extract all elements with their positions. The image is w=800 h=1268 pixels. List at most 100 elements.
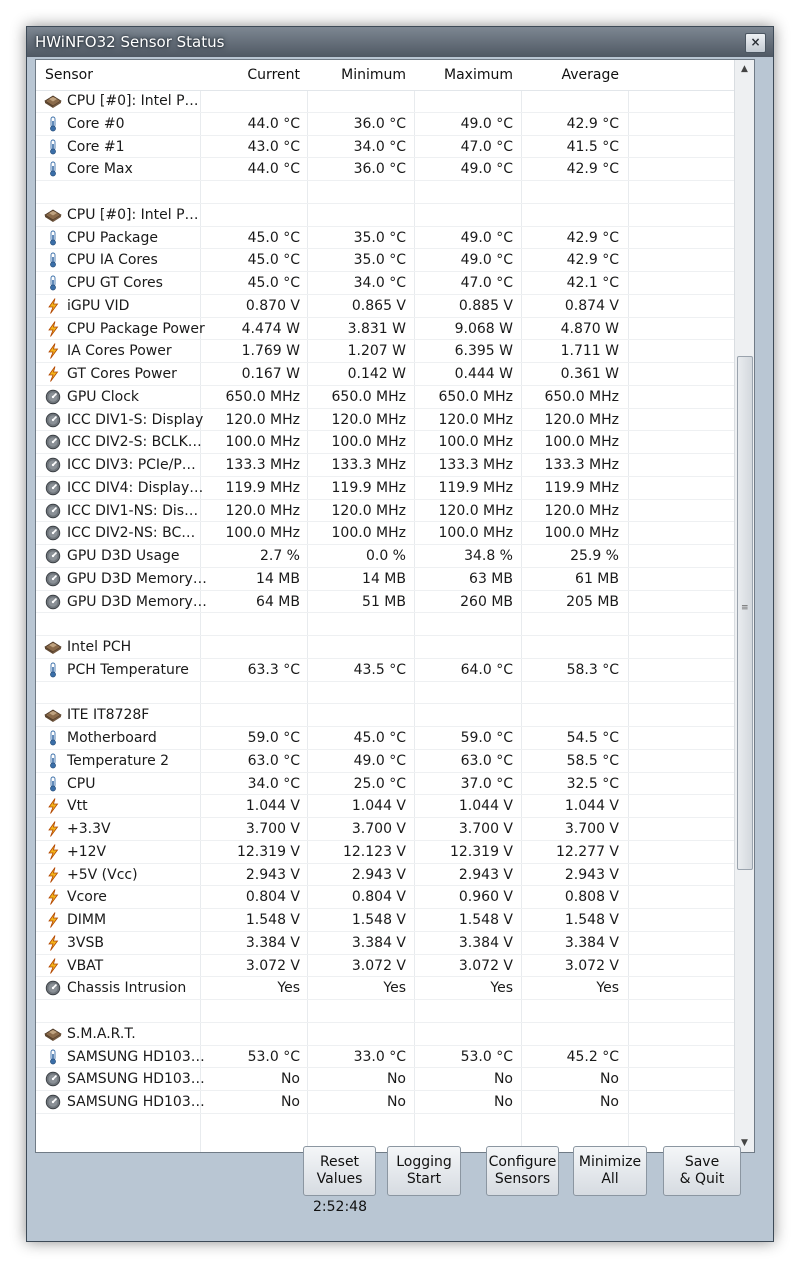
gauge-icon bbox=[44, 980, 62, 996]
sensor-row[interactable]: SAMSUNG HD103… No No No No bbox=[36, 1068, 734, 1091]
minimum-value: 34.0 °C bbox=[353, 138, 406, 155]
column-header-minimum[interactable]: Minimum bbox=[307, 60, 406, 90]
column-header-current[interactable]: Current bbox=[201, 60, 300, 90]
average-value: 42.1 °C bbox=[566, 275, 619, 291]
sensor-group-row[interactable]: CPU [#0]: Intel P… bbox=[36, 204, 734, 227]
minimum-value: 3.700 V bbox=[351, 821, 406, 837]
maximum-value: 120.0 MHz bbox=[438, 411, 513, 428]
sensor-row[interactable]: Chassis Intrusion Yes Yes Yes Yes bbox=[36, 977, 734, 1000]
minimum-value: 36.0 °C bbox=[353, 161, 406, 178]
average-value: No bbox=[599, 1094, 619, 1110]
sensor-row[interactable]: ICC DIV2-S: BCLK… 100.0 MHz 100.0 MHz 100.0… bbox=[36, 431, 734, 454]
current-value: 2.7 % bbox=[259, 548, 300, 564]
sensor-row[interactable]: iGPU VID 0.870 V 0.865 V 0.885 V 0.874 V bbox=[36, 295, 734, 318]
average-value: 0.808 V bbox=[564, 889, 619, 906]
sensor-row[interactable]: ICC DIV2-NS: BC… 100.0 MHz 100.0 MHz 100.0 … bbox=[36, 522, 734, 545]
current-value: No bbox=[280, 1071, 300, 1088]
average-value: 42.9 °C bbox=[566, 161, 619, 178]
column-header-average[interactable]: Average bbox=[521, 60, 620, 90]
sensor-row[interactable]: Vcore 0.804 V 0.804 V 0.960 V 0.808 V bbox=[36, 886, 734, 909]
maximum-value: 59.0 °C bbox=[460, 730, 513, 746]
sensor-row[interactable]: Core #1 43.0 °C 34.0 °C 47.0 °C 41.5 °C bbox=[36, 136, 734, 159]
sensor-row[interactable]: GPU D3D Memory… 64 MB 51 MB 260 MB 205 MB bbox=[36, 591, 734, 614]
sensor-row[interactable]: ICC DIV3: PCIe/P… 133.3 MHz 133.3 MHz 133.3… bbox=[36, 454, 734, 477]
scrollbar-thumb[interactable]: ≡ bbox=[737, 356, 753, 870]
column-header-maximum[interactable]: Maximum bbox=[414, 60, 513, 90]
sensor-name: S.M.A.R.T. bbox=[67, 1025, 136, 1042]
button-label: Start bbox=[406, 1171, 442, 1187]
sensor-name: 3VSB bbox=[67, 934, 104, 951]
sensor-row[interactable]: SAMSUNG HD103… No No No No bbox=[36, 1091, 734, 1114]
sensor-name-cell: SAMSUNG HD103… bbox=[44, 1046, 205, 1068]
current-value: 1.044 V bbox=[245, 798, 300, 815]
sensor-row[interactable]: ICC DIV1-NS: Dis… 120.0 MHz 120.0 MHz 120.0… bbox=[36, 500, 734, 523]
maximum-value: 49.0 °C bbox=[460, 229, 513, 246]
sensor-row[interactable]: ICC DIV1-S: Display 120.0 MHz 120.0 MHz 120… bbox=[36, 409, 734, 432]
sensor-row[interactable]: CPU GT Cores 45.0 °C 34.0 °C 47.0 °C 42.1 °C bbox=[36, 272, 734, 295]
reset-values-button[interactable]: Reset Values bbox=[303, 1146, 376, 1196]
maximum-value: 119.9 MHz bbox=[438, 479, 513, 496]
sensor-row[interactable]: GPU D3D Memory… 14 MB 14 MB 63 MB 61 MB bbox=[36, 568, 734, 591]
sensor-name: ITE IT8728F bbox=[67, 707, 150, 724]
sensor-row[interactable]: Motherboard 59.0 °C 45.0 °C 59.0 °C 54.5 °C bbox=[36, 727, 734, 750]
gauge-icon bbox=[44, 525, 62, 541]
sensor-row[interactable]: VBAT 3.072 V 3.072 V 3.072 V 3.072 V bbox=[36, 955, 734, 978]
gauge-icon bbox=[44, 480, 62, 496]
gauge-icon bbox=[44, 457, 62, 473]
logging-start-button[interactable]: Logging Start bbox=[387, 1146, 461, 1196]
save-quit-button[interactable]: Save & Quit bbox=[663, 1146, 741, 1196]
sensor-row[interactable]: Vtt 1.044 V 1.044 V 1.044 V 1.044 V bbox=[36, 795, 734, 818]
sensor-group-row[interactable]: CPU [#0]: Intel P… bbox=[36, 90, 734, 113]
sensor-row[interactable]: PCH Temperature 63.3 °C 43.5 °C 64.0 °C 58.3… bbox=[36, 659, 734, 682]
configure-sensors-button[interactable]: Configure Sensors bbox=[486, 1146, 559, 1196]
maximum-value: 47.0 °C bbox=[460, 275, 513, 291]
minimize-all-button[interactable]: Minimize All bbox=[573, 1146, 647, 1196]
maximum-value: 260 MB bbox=[460, 593, 513, 610]
sensor-row[interactable]: Core #0 44.0 °C 36.0 °C 49.0 °C 42.9 °C bbox=[36, 113, 734, 136]
average-value: 2.943 V bbox=[564, 866, 619, 883]
sensor-row[interactable]: Core Max 44.0 °C 36.0 °C 49.0 °C 42.9 °C bbox=[36, 158, 734, 181]
sensor-name: PCH Temperature bbox=[67, 661, 189, 678]
sensor-row[interactable]: CPU IA Cores 45.0 °C 35.0 °C 49.0 °C 42.9 °C bbox=[36, 249, 734, 272]
sensor-row[interactable]: +12V 12.319 V 12.123 V 12.319 V 12.277 V bbox=[36, 841, 734, 864]
sensor-table: Sensor Current Minimum Maximum Average C… bbox=[36, 60, 734, 1152]
sensor-name: Intel PCH bbox=[67, 639, 132, 655]
spacer-row bbox=[36, 181, 734, 204]
sensor-row[interactable]: GPU Clock 650.0 MHz 650.0 MHz 650.0 MHz 650.… bbox=[36, 386, 734, 409]
sensor-row[interactable]: GPU D3D Usage 2.7 % 0.0 % 34.8 % 25.9 % bbox=[36, 545, 734, 568]
sensor-row[interactable]: +3.3V 3.700 V 3.700 V 3.700 V 3.700 V bbox=[36, 818, 734, 841]
sensor-row[interactable]: CPU Package Power 4.474 W 3.831 W 9.068 W 4.… bbox=[36, 318, 734, 341]
sensor-group-row[interactable]: ITE IT8728F bbox=[36, 704, 734, 727]
sensor-name: Core #1 bbox=[67, 138, 125, 155]
column-header-sensor[interactable]: Sensor bbox=[45, 60, 195, 90]
maximum-value: 64.0 °C bbox=[460, 661, 513, 678]
sensor-row[interactable]: DIMM 1.548 V 1.548 V 1.548 V 1.548 V bbox=[36, 909, 734, 932]
maximum-value: 0.960 V bbox=[458, 889, 513, 906]
button-label: All bbox=[601, 1171, 619, 1187]
minimum-value: 0.142 W bbox=[347, 366, 406, 382]
sensor-name-cell: GPU D3D Memory… bbox=[44, 591, 207, 613]
average-value: No bbox=[599, 1071, 619, 1088]
sensor-row[interactable]: SAMSUNG HD103… 53.0 °C 33.0 °C 53.0 °C 45.2 … bbox=[36, 1046, 734, 1069]
minimum-value: 49.0 °C bbox=[353, 752, 406, 769]
gauge-icon bbox=[44, 594, 62, 610]
vertical-scrollbar[interactable]: ▲ ≡ ▼ bbox=[734, 60, 754, 1152]
sensor-row[interactable]: CPU 34.0 °C 25.0 °C 37.0 °C 32.5 °C bbox=[36, 773, 734, 796]
sensor-row[interactable]: Temperature 2 63.0 °C 49.0 °C 63.0 °C 58.5 °… bbox=[36, 750, 734, 773]
sensor-row[interactable]: CPU Package 45.0 °C 35.0 °C 49.0 °C 42.9 °C bbox=[36, 227, 734, 250]
sensor-row[interactable]: GT Cores Power 0.167 W 0.142 W 0.444 W 0.361… bbox=[36, 363, 734, 386]
sensor-row[interactable]: +5V (Vcc) 2.943 V 2.943 V 2.943 V 2.943 V bbox=[36, 864, 734, 887]
sensor-row[interactable]: ICC DIV4: Display… 119.9 MHz 119.9 MHz 119.… bbox=[36, 477, 734, 500]
button-label: & Quit bbox=[679, 1171, 725, 1187]
close-button[interactable]: × bbox=[745, 33, 766, 53]
scroll-up-arrow-icon[interactable]: ▲ bbox=[735, 60, 754, 78]
sensor-group-row[interactable]: Intel PCH bbox=[36, 636, 734, 659]
average-value: 100.0 MHz bbox=[544, 434, 619, 451]
sensor-row[interactable]: IA Cores Power 1.769 W 1.207 W 6.395 W 1.711… bbox=[36, 340, 734, 363]
sensor-name-cell: +5V (Vcc) bbox=[44, 864, 202, 886]
sensor-group-row[interactable]: S.M.A.R.T. bbox=[36, 1023, 734, 1046]
sensor-row[interactable]: 3VSB 3.384 V 3.384 V 3.384 V 3.384 V bbox=[36, 932, 734, 955]
title-bar[interactable]: HWiNFO32 Sensor Status × bbox=[27, 27, 773, 57]
thermometer-icon bbox=[44, 662, 62, 678]
maximum-value: 3.072 V bbox=[458, 957, 513, 974]
